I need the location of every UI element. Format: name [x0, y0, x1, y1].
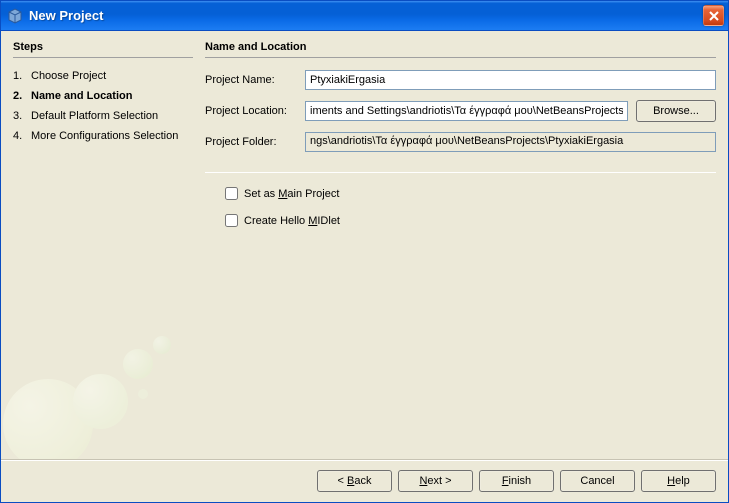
lbl-project-folder: Project Folder:	[205, 136, 305, 148]
input-project-folder: ngs\andriotis\Τα έγγραφά μου\NetBeansPro…	[305, 132, 716, 152]
close-icon	[709, 11, 719, 21]
step-label: Default Platform Selection	[31, 109, 158, 123]
chk-create-midlet[interactable]: Create Hello MIDlet	[225, 214, 716, 227]
browse-button[interactable]: Browse...	[636, 100, 716, 122]
next-button[interactable]: Next >	[398, 470, 473, 492]
finish-button[interactable]: Finish	[479, 470, 554, 492]
step-num: 3.	[13, 109, 31, 123]
steps-pane: Steps 1.Choose Project2.Name and Locatio…	[13, 41, 193, 459]
input-project-name[interactable]	[305, 70, 716, 90]
step-item: 3.Default Platform Selection	[13, 106, 193, 126]
window-title: New Project	[29, 8, 703, 23]
cancel-button[interactable]: Cancel	[560, 470, 635, 492]
footer-buttons: < Back Next > Finish Cancel Help	[1, 459, 728, 502]
step-label: More Configurations Selection	[31, 129, 178, 143]
help-button[interactable]: Help	[641, 470, 716, 492]
panel-heading: Name and Location	[205, 41, 716, 58]
step-item: 2.Name and Location	[13, 86, 193, 106]
step-label: Name and Location	[31, 89, 132, 103]
step-num: 2.	[13, 89, 31, 103]
steps-list: 1.Choose Project2.Name and Location3.Def…	[13, 66, 193, 146]
chk-create-midlet-box[interactable]	[225, 214, 238, 227]
step-item: 1.Choose Project	[13, 66, 193, 86]
row-project-name: Project Name:	[205, 70, 716, 90]
app-icon	[7, 8, 23, 24]
chk-set-main-label: Set as Main Project	[244, 188, 339, 200]
steps-heading: Steps	[13, 41, 193, 58]
chk-create-midlet-label: Create Hello MIDlet	[244, 215, 340, 227]
decorative-bubbles	[3, 309, 203, 459]
lbl-project-location: Project Location:	[205, 105, 305, 117]
row-project-folder: Project Folder: ngs\andriotis\Τα έγγραφά…	[205, 132, 716, 152]
form-pane: Name and Location Project Name: Project …	[205, 41, 716, 459]
step-num: 1.	[13, 69, 31, 83]
lbl-project-name: Project Name:	[205, 74, 305, 86]
back-button[interactable]: < Back	[317, 470, 392, 492]
separator	[205, 172, 716, 173]
titlebar: New Project	[1, 1, 728, 31]
step-num: 4.	[13, 129, 31, 143]
chk-set-main-box[interactable]	[225, 187, 238, 200]
content-area: Steps 1.Choose Project2.Name and Locatio…	[1, 31, 728, 459]
input-project-location[interactable]	[305, 101, 628, 121]
close-button[interactable]	[703, 5, 724, 26]
chk-set-main[interactable]: Set as Main Project	[225, 187, 716, 200]
step-label: Choose Project	[31, 69, 106, 83]
row-project-location: Project Location: Browse...	[205, 100, 716, 122]
step-item: 4.More Configurations Selection	[13, 126, 193, 146]
